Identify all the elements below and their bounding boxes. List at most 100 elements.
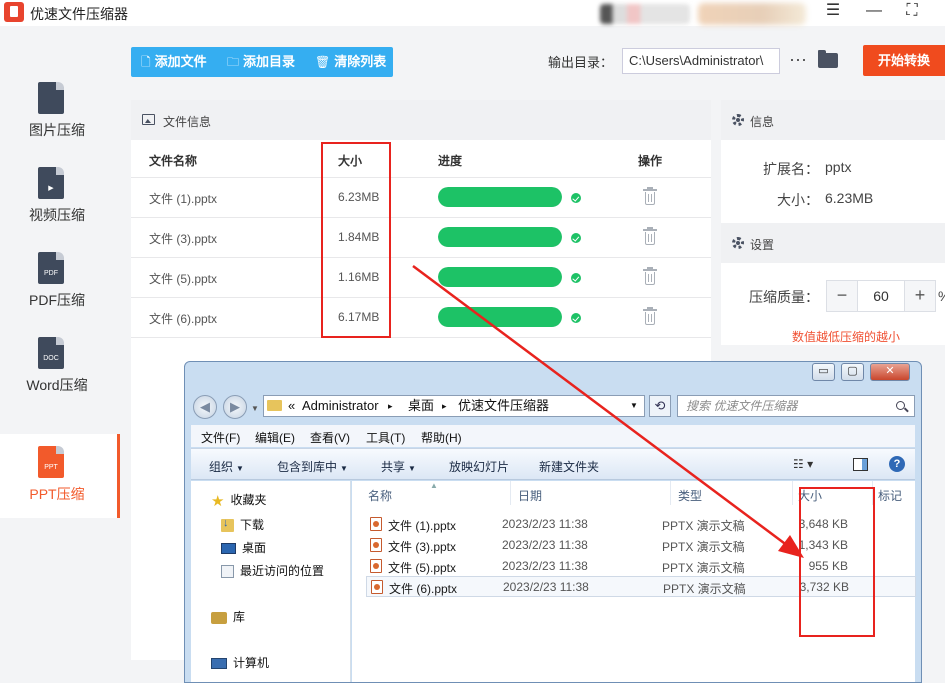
tree-item-computer[interactable]: 计算机 [211, 654, 269, 671]
settings-title: 设置 [750, 238, 775, 252]
quality-input[interactable]: 60 [857, 281, 905, 311]
slideshow-button[interactable]: 放映幻灯片 [449, 458, 509, 475]
tree-item-favorites[interactable]: ★ 收藏夹 [211, 491, 266, 510]
increase-button[interactable]: + [905, 281, 935, 311]
breadcrumb-separator[interactable]: ▸ [388, 396, 393, 416]
address-dropdown-icon[interactable]: ▼ [630, 396, 638, 416]
table-row[interactable]: 文件 (1).pptx 6.23MB [131, 177, 711, 217]
add-directory-button[interactable]: 🗀 添加目录 [227, 47, 295, 77]
back-button[interactable]: ◀ [193, 395, 217, 419]
breadcrumb-desktop[interactable]: 桌面 [408, 396, 434, 416]
tree-item-recent[interactable]: 最近访问的位置 [221, 562, 324, 579]
sidebar-item-pdf[interactable]: PDF PDF压缩 [0, 240, 120, 324]
file-type: PPTX 演示文稿 [663, 582, 746, 596]
column-header-name[interactable]: 名称 [368, 487, 392, 504]
panel-header: 文件信息 [131, 100, 711, 140]
menu-tools[interactable]: 工具(T) [366, 429, 405, 446]
file-name: 文件 (6).pptx [149, 312, 218, 326]
sort-ascending-icon: ▲ [430, 481, 438, 490]
breadcrumb-administrator[interactable]: Administrator [302, 396, 379, 416]
refresh-button[interactable]: ⟲ [649, 395, 671, 417]
address-bar[interactable]: « Administrator ▸ 桌面 ▸ 优速文件压缩器 ▼ [263, 395, 645, 417]
file-name: 文件 (1).pptx [388, 519, 457, 533]
done-check-icon [571, 313, 581, 323]
history-dropdown[interactable]: ▼ [251, 404, 259, 413]
maximize-button[interactable]: ⛶ [897, 0, 927, 24]
view-options-icon[interactable]: ☷ ▾ [793, 457, 813, 471]
library-icon [211, 611, 227, 624]
table-row[interactable]: 文件 (3).pptx 1.84MB [131, 217, 711, 257]
pptx-file-icon [370, 559, 382, 573]
add-file-button[interactable]: 🗋 添加文件 [141, 47, 207, 77]
open-folder-icon[interactable] [818, 50, 838, 68]
title-bar: 优速文件压缩器 ☰ — ⛶ [0, 0, 945, 26]
output-dir-input[interactable]: C:\Users\Administrator\ [622, 48, 780, 74]
preview-pane-icon[interactable] [853, 458, 868, 471]
gear-icon [732, 237, 744, 249]
delete-icon[interactable] [643, 227, 657, 247]
tree-item-desktop[interactable]: 桌面 [221, 539, 266, 556]
tree-item-libraries[interactable]: 库 [211, 608, 245, 625]
breadcrumb-separator[interactable]: ▸ [442, 396, 447, 416]
sidebar-item-word[interactable]: DOC Word压缩 [0, 325, 120, 409]
include-in-library-button[interactable]: 包含到库中 ▼ [277, 458, 348, 475]
trash-icon: 🗑 [315, 55, 331, 69]
extension-label: 扩展名： [763, 161, 819, 177]
blurred-user-info [600, 4, 690, 24]
start-convert-button[interactable]: 开始转换 [863, 45, 945, 76]
menu-file[interactable]: 文件(F) [201, 429, 240, 446]
computer-icon [211, 658, 227, 670]
file-name: 文件 (6).pptx [389, 582, 458, 596]
column-header-date[interactable]: 日期 [518, 487, 542, 504]
delete-icon[interactable] [643, 307, 657, 327]
app-logo-icon [4, 2, 24, 22]
table-row[interactable]: 文件 (6).pptx 6.17MB [131, 297, 711, 337]
column-header-name: 文件名称 [149, 154, 198, 168]
table-row[interactable]: 文件 (5).pptx 1.16MB [131, 257, 711, 297]
output-dir-label: 输出目录： [548, 55, 614, 70]
menu-help[interactable]: 帮助(H) [421, 429, 462, 446]
breadcrumb-current-folder[interactable]: 优速文件压缩器 [458, 396, 549, 416]
sidebar-item-image[interactable]: 图片压缩 [0, 70, 120, 154]
decrease-button[interactable]: − [827, 281, 857, 311]
star-icon: ★ [211, 492, 225, 510]
panel-title: 文件信息 [163, 115, 212, 129]
help-icon[interactable]: ? [889, 456, 905, 472]
column-header-tag[interactable]: 标记 [878, 487, 902, 504]
progress-bar [438, 307, 562, 327]
menu-edit[interactable]: 编辑(E) [255, 429, 295, 446]
share-button[interactable]: 共享 ▼ [381, 458, 416, 475]
progress-bar [438, 267, 562, 287]
explorer-maximize-button[interactable]: ▢ [841, 363, 864, 381]
delete-icon[interactable] [643, 267, 657, 287]
search-input[interactable]: 搜索 优速文件压缩器 [677, 395, 915, 417]
sidebar-item-ppt[interactable]: PPT PPT压缩 [0, 434, 120, 518]
annotation-box-compressed-sizes [799, 487, 875, 637]
search-icon[interactable] [896, 401, 905, 410]
explorer-minimize-button[interactable]: ▭ [812, 363, 835, 381]
picture-icon [142, 114, 155, 125]
menu-view[interactable]: 查看(V) [310, 429, 350, 446]
download-folder-icon [221, 517, 234, 533]
clear-list-button[interactable]: 🗑 清除列表 [315, 47, 386, 77]
file-date: 2023/2/23 11:38 [503, 580, 589, 594]
new-folder-button[interactable]: 新建文件夹 [539, 458, 599, 475]
file-type: PPTX 演示文稿 [662, 519, 745, 533]
recent-places-icon [221, 565, 234, 579]
menu-bar: 文件(F) 编辑(E) 查看(V) 工具(T) 帮助(H) [191, 425, 915, 447]
explorer-close-button[interactable]: ✕ [870, 363, 910, 381]
tree-item-downloads[interactable]: 下载 [221, 516, 264, 533]
minimize-button[interactable]: — [859, 0, 889, 24]
sidebar-item-video[interactable]: ▶ 视频压缩 [0, 155, 120, 239]
delete-icon[interactable] [643, 187, 657, 207]
size-value: 6.23MB [825, 190, 874, 206]
organize-button[interactable]: 组织 ▼ [209, 458, 244, 475]
forward-button[interactable]: ▶ [223, 395, 247, 419]
quality-stepper[interactable]: − 60 + [826, 280, 936, 312]
more-options-button[interactable]: ··· [786, 48, 810, 74]
pptx-file-icon [371, 580, 383, 594]
column-header-type[interactable]: 类型 [678, 487, 702, 504]
file-toolbar: 🗋 添加文件 🗀 添加目录 🗑 清除列表 [131, 47, 393, 77]
quality-unit: % [938, 288, 945, 304]
menu-icon[interactable]: ☰ [818, 0, 848, 24]
